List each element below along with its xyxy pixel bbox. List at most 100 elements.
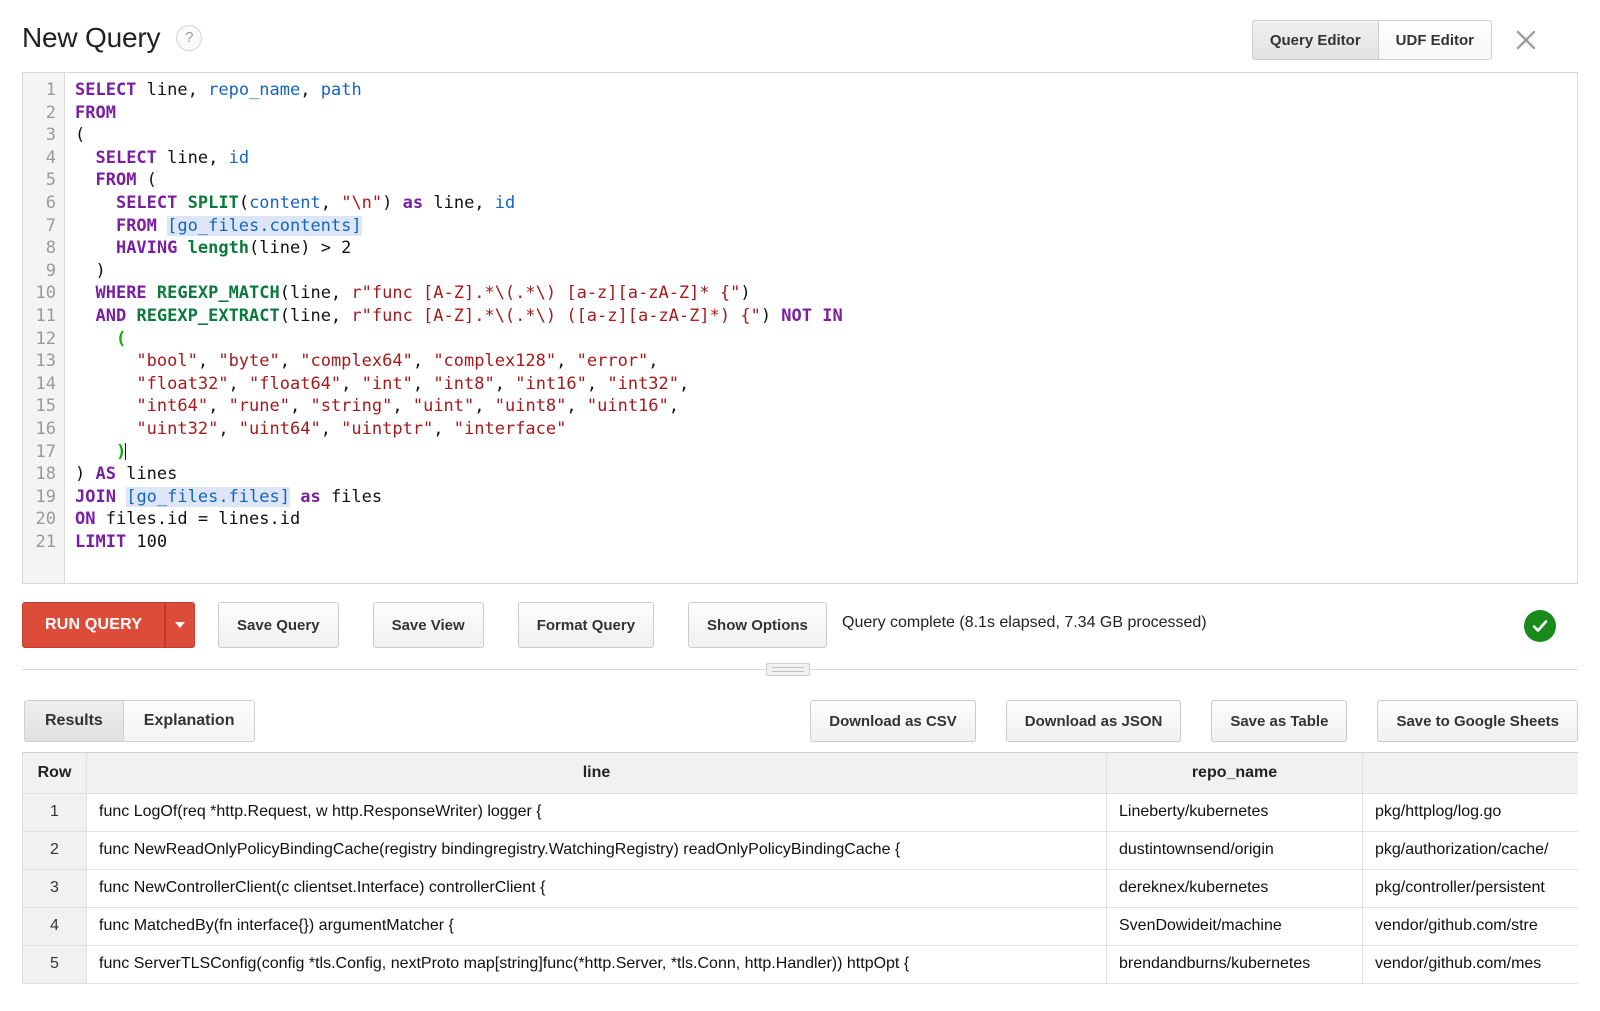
editor-tab-group: Query Editor UDF Editor [1251,20,1492,60]
line-number: 16 [35,418,56,439]
table-row[interactable]: 3 func NewControllerClient(c clientset.In… [22,868,1578,908]
cell-line: func NewReadOnlyPolicyBindingCache(regis… [86,830,1107,870]
cell-repo-name: brendandburns/kubernetes [1106,944,1363,984]
code-line-5: FROM ( [95,170,157,191]
save-view-button[interactable]: Save View [372,602,484,648]
rownum: 2 [22,830,87,870]
cell-path: pkg/authorization/cache/ [1362,830,1578,870]
cell-line: func NewControllerClient(c clientset.Int… [86,868,1107,908]
cell-line: func ServerTLSConfig(config *tls.Config,… [86,944,1107,984]
line-number: 13 [35,351,56,372]
cell-repo-name: dereknex/kubernetes [1106,868,1363,908]
line-number: 9 [45,260,56,281]
line-number: 15 [35,396,56,417]
results-tab-group: Results Explanation [24,700,256,742]
line-number: 17 [35,441,56,462]
run-query-dropdown-button[interactable] [165,602,196,648]
cell-repo-name: dustintownsend/origin [1106,830,1363,870]
table-row[interactable]: 5 func ServerTLSConfig(config *tls.Config… [22,944,1578,984]
cell-path: pkg/httplog/log.go [1362,792,1578,832]
rownum: 4 [22,906,87,946]
code-line-16: "uint32", "uint64", "uintptr", "interfac… [136,418,567,439]
show-options-button[interactable]: Show Options [688,602,827,648]
rownum: 3 [22,868,87,908]
format-query-button[interactable]: Format Query [517,602,655,648]
code-line-3: ( [75,125,86,146]
page-title: New Query [22,22,161,53]
code-line-11: AND REGEXP_EXTRACT(line, r"func [A-Z].*\… [95,305,843,326]
table-header-row: Row line repo_name [22,753,1578,794]
tab-explanation[interactable]: Explanation [122,700,256,742]
query-status-text: Query complete (8.1s elapsed, 7.34 GB pr… [842,614,1207,631]
line-number: 4 [45,147,56,168]
text-caret [125,442,127,460]
line-number: 3 [45,125,56,146]
query-editor[interactable]: 1 2 3 4 5 6 7 8 9 10 11 12 13 14 15 16 17 18 19 20 21 SELECT… [22,72,1578,584]
results-table-container[interactable]: Row line repo_name 1 func LogOf(req *http… [22,752,1578,1004]
rownum: 5 [22,944,87,984]
resize-handle[interactable] [766,663,810,676]
code-line-4: SELECT line, id [95,147,250,168]
success-check-icon [1524,610,1556,642]
line-number: 14 [35,373,56,394]
save-to-google-sheets-button[interactable]: Save to Google Sheets [1377,700,1578,742]
cell-repo-name: Lineberty/kubernetes [1106,792,1363,832]
line-number: 20 [35,509,56,530]
code-line-8: HAVING length(line) > 2 [115,238,352,259]
line-number: 7 [45,215,56,236]
rownum: 1 [22,792,87,832]
download-csv-button[interactable]: Download as CSV [810,700,976,742]
column-header-row[interactable]: Row [22,753,87,794]
results-table-body: 1 func LogOf(req *http.Request, w http.Re… [22,792,1578,984]
code-line-9: ) [75,260,106,281]
line-number-list: 1 2 3 4 5 6 7 8 9 10 11 12 13 14 15 16 17 18 19 20 21 [23,73,64,553]
table-row[interactable]: 4 func MatchedBy(fn interface{}) argument… [22,906,1578,946]
code-line-7: FROM [go_files.contents] [115,215,362,236]
tab-results[interactable]: Results [24,700,123,742]
query-buttons-group: Save Query Save View Format Query Show O… [218,602,827,648]
line-number: 8 [45,238,56,259]
cell-line: func LogOf(req *http.Request, w http.Res… [86,792,1107,832]
editor-gutter: 1 2 3 4 5 6 7 8 9 10 11 12 13 14 15 16 17 18 19 20 21 [23,73,65,583]
line-number: 19 [35,486,56,507]
column-header-repo-name[interactable]: repo_name [1106,753,1363,794]
line-number: 5 [45,170,56,191]
title-group: New Query ? [22,22,203,54]
panel-header: New Query ? Query Editor UDF Editor [0,0,1600,78]
line-number: 18 [35,464,56,485]
save-as-table-button[interactable]: Save as Table [1211,700,1348,742]
line-number: 1 [45,80,56,100]
run-query-button[interactable]: RUN QUERY [22,602,166,648]
line-number: 11 [35,305,56,326]
column-header-line[interactable]: line [86,753,1107,794]
download-json-button[interactable]: Download as JSON [1005,700,1182,742]
line-number: 10 [35,283,56,304]
query-action-bar: RUN QUERY Save Query Save View Format Qu… [22,602,1578,650]
code-line-1: SELECT line, repo_name, path [75,80,362,100]
code-line-15: "int64", "rune", "string", "uint", "uint… [136,396,680,417]
code-line-18: ) AS lines [75,464,178,485]
caret-down-icon [175,622,186,628]
tab-udf-editor[interactable]: UDF Editor [1377,20,1492,60]
cell-path: vendor/github.com/mes [1362,944,1578,984]
code-line-19: JOIN [go_files.files] as files [75,486,383,507]
code-line-12: ( [115,328,127,349]
code-line-10: WHERE REGEXP_MATCH(line, r"func [A-Z].*\… [95,283,751,304]
run-query-group: RUN QUERY [22,602,196,648]
bigquery-new-query-panel: New Query ? Query Editor UDF Editor 1234… [0,0,1600,1011]
line-number: 2 [45,102,56,123]
code-line-2: FROM [75,102,116,123]
table-row[interactable]: 2 func NewReadOnlyPolicyBindingCache(regi… [22,830,1578,870]
code-line-20: ON files.id = lines.id [75,509,301,530]
table-row[interactable]: 1 func LogOf(req *http.Request, w http.Re… [22,792,1578,832]
editor-code-area[interactable]: SELECT line, repo_name, path FROM ( SELE… [65,73,1577,583]
close-icon[interactable] [1512,26,1540,54]
cell-path: vendor/github.com/stre [1362,906,1578,946]
column-header-path[interactable] [1362,753,1578,794]
help-icon[interactable]: ? [176,25,203,51]
line-number: 21 [35,531,56,552]
line-number: 12 [35,328,56,349]
tab-query-editor[interactable]: Query Editor [1251,20,1378,60]
cell-line: func MatchedBy(fn interface{}) argumentM… [86,906,1107,946]
save-query-button[interactable]: Save Query [218,602,339,648]
